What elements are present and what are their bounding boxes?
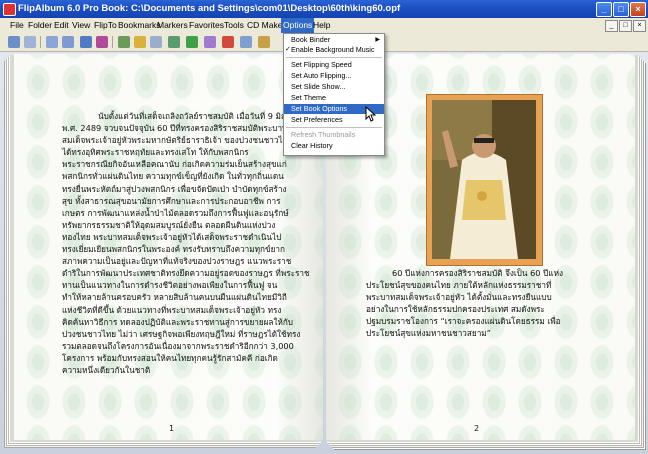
window-title: FlipAlbum 6.0 Pro Book: C:\Documents and… bbox=[18, 3, 401, 14]
portrait-illustration bbox=[432, 100, 536, 259]
view-icon[interactable] bbox=[24, 36, 36, 48]
open-book-icon[interactable] bbox=[8, 36, 20, 48]
mdi-restore-button[interactable]: □ bbox=[619, 20, 632, 32]
left-page-number: 1 bbox=[169, 424, 175, 433]
menu-separator bbox=[286, 127, 382, 128]
last-page-icon[interactable] bbox=[96, 36, 108, 48]
menu-item-set-slide-show[interactable]: Set Slide Show... bbox=[284, 82, 384, 92]
left-page-text: นับตั้งแต่วันที่เสด็จเถลิงถวัลย์ราชสมบัต… bbox=[62, 111, 310, 375]
menu-edit[interactable]: Edit bbox=[52, 18, 71, 33]
stop-icon[interactable] bbox=[134, 36, 146, 48]
menu-folder[interactable]: Folder bbox=[26, 18, 54, 33]
app-icon bbox=[3, 3, 16, 16]
menu-bar: File Folder Edit View FlipTo Bookmarks M… bbox=[0, 18, 648, 33]
photo-icon[interactable] bbox=[150, 36, 162, 48]
print-icon[interactable] bbox=[222, 36, 234, 48]
help-icon[interactable] bbox=[258, 36, 270, 48]
menu-item-set-flipping-speed[interactable]: Set Flipping Speed bbox=[284, 60, 384, 70]
left-page[interactable]: นับตั้งแต่วันที่เสด็จเถลิงถวัลย์ราชสมบัต… bbox=[14, 54, 323, 440]
menu-options[interactable]: Options bbox=[281, 18, 315, 33]
right-page-caption: 60 ปีแห่งการครองสิริราชสมบัติ จึงเป็น 60… bbox=[366, 268, 563, 339]
close-button[interactable]: × bbox=[630, 2, 646, 17]
minimize-button[interactable]: _ bbox=[596, 2, 612, 17]
menu-item-set-auto-flipping[interactable]: Set Auto Flipping... bbox=[284, 71, 384, 81]
cd-icon[interactable] bbox=[240, 36, 252, 48]
title-bar: FlipAlbum 6.0 Pro Book: C:\Documents and… bbox=[0, 0, 648, 18]
menu-help[interactable]: Help bbox=[311, 18, 332, 33]
menu-item-book-binder[interactable]: Book Binder ▶ bbox=[284, 35, 384, 45]
menu-flipto[interactable]: FlipTo bbox=[92, 18, 119, 33]
prev-page-icon[interactable] bbox=[62, 36, 74, 48]
menu-item-enable-background-music[interactable]: ✓ Enable Background Music bbox=[284, 45, 384, 55]
maximize-button[interactable]: □ bbox=[613, 2, 629, 17]
menu-file[interactable]: File bbox=[8, 18, 26, 33]
menu-markers[interactable]: Markers bbox=[155, 18, 190, 33]
menu-item-refresh-thumbnails: Refresh Thumbnails bbox=[291, 130, 356, 139]
menu-view[interactable]: View bbox=[70, 18, 92, 33]
mdi-minimize-button[interactable]: _ bbox=[605, 20, 618, 32]
menu-favorites[interactable]: Favorites bbox=[187, 18, 226, 33]
royal-portrait-photo[interactable] bbox=[426, 94, 543, 266]
checkmark-icon: ✓ bbox=[285, 46, 291, 53]
play-icon[interactable] bbox=[118, 36, 130, 48]
mouse-cursor-icon bbox=[365, 106, 377, 122]
rotate-icon[interactable] bbox=[186, 36, 198, 48]
right-page-number: 2 bbox=[474, 424, 480, 433]
first-page-icon[interactable] bbox=[46, 36, 58, 48]
portrait-image bbox=[432, 100, 536, 259]
mdi-close-button[interactable]: × bbox=[633, 20, 646, 32]
next-page-icon[interactable] bbox=[80, 36, 92, 48]
slideshow-icon[interactable] bbox=[204, 36, 216, 48]
menu-item-set-theme[interactable]: Set Theme bbox=[284, 93, 384, 103]
music-icon[interactable] bbox=[168, 36, 180, 48]
menu-separator bbox=[286, 57, 382, 58]
menu-tools[interactable]: Tools bbox=[222, 18, 246, 33]
menu-item-clear-history[interactable]: Clear History bbox=[284, 141, 384, 151]
options-menu: Book Binder ▶ ✓ Enable Background Music S… bbox=[283, 33, 385, 156]
